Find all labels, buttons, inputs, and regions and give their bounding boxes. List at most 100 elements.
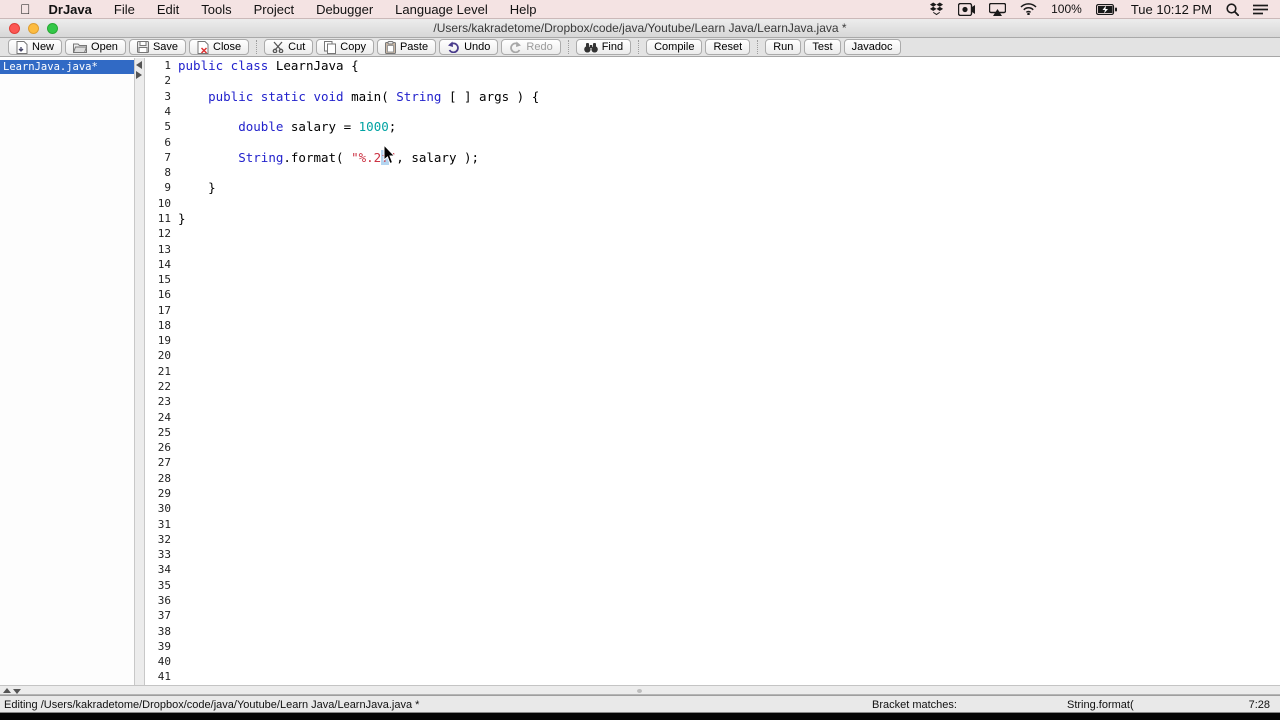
menu-language-level[interactable]: Language Level [395, 2, 488, 17]
code-line-36[interactable]: 36 [145, 593, 1280, 608]
code-line-33[interactable]: 33 [145, 547, 1280, 562]
menu-help[interactable]: Help [510, 2, 537, 17]
code-line-18[interactable]: 18 [145, 318, 1280, 333]
code-line-27[interactable]: 27 [145, 455, 1280, 470]
drjava-window: /Users/kakradetome/Dropbox/code/java/You… [0, 19, 1280, 713]
code-line-10[interactable]: 10 [145, 196, 1280, 211]
code-line-41[interactable]: 41 [145, 669, 1280, 684]
menu-edit[interactable]: Edit [157, 2, 179, 17]
code-line-11[interactable]: 11} [145, 211, 1280, 226]
menu-file[interactable]: File [114, 2, 135, 17]
code-line-28[interactable]: 28 [145, 471, 1280, 486]
code-line-24[interactable]: 24 [145, 409, 1280, 424]
code-line-7[interactable]: 7 String.format( "%.2f", salary ); [145, 149, 1280, 165]
code-line-38[interactable]: 38 [145, 623, 1280, 638]
code-line-31[interactable]: 31 [145, 516, 1280, 531]
wifi-icon[interactable] [1020, 3, 1037, 15]
paste-button[interactable]: Paste [376, 39, 437, 55]
code-line-8[interactable]: 8 [145, 165, 1280, 180]
line-number: 34 [157, 563, 171, 577]
redo-arrow-icon [509, 41, 522, 53]
battery-charging-icon[interactable] [1095, 3, 1117, 15]
code-line-40[interactable]: 40 [145, 654, 1280, 669]
code-line-4[interactable]: 4 [145, 104, 1280, 119]
code-line-30[interactable]: 30 [145, 501, 1280, 516]
toolbar-separator [567, 40, 569, 54]
close-button[interactable]: Close [189, 39, 250, 55]
menu-bar-clock[interactable]: Tue 10:12 PM [1131, 2, 1212, 17]
code-line-32[interactable]: 32 [145, 532, 1280, 547]
code-line-15[interactable]: 15 [145, 272, 1280, 287]
close-window-button[interactable] [9, 22, 20, 34]
bottom-pane-splitter[interactable] [0, 685, 1280, 695]
zoom-window-button[interactable] [47, 22, 58, 34]
code-line-34[interactable]: 34 [145, 562, 1280, 577]
menu-debugger[interactable]: Debugger [316, 2, 373, 17]
code-line-20[interactable]: 20 [145, 348, 1280, 363]
code-line-26[interactable]: 26 [145, 440, 1280, 455]
code-line-1[interactable]: 1 public class LearnJava { [145, 58, 1280, 73]
expand-up-icon[interactable] [3, 688, 11, 693]
code-line-2[interactable]: 2 [145, 73, 1280, 88]
copy-button[interactable]: Copy [316, 39, 374, 55]
code-line-17[interactable]: 17 [145, 303, 1280, 318]
toolbar-group: Run Test Javadoc [765, 39, 901, 55]
code-line-23[interactable]: 23 [145, 394, 1280, 409]
code-line-39[interactable]: 39 [145, 639, 1280, 654]
cut-button[interactable]: Cut [264, 39, 314, 55]
line-number: 38 [157, 624, 171, 638]
code-line-29[interactable]: 29 [145, 486, 1280, 501]
line-number: 36 [157, 593, 171, 607]
splitter-grip[interactable] [637, 689, 642, 693]
code-editor[interactable]: 1 public class LearnJava {2 3 public stati… [145, 58, 1280, 685]
compile-button[interactable]: Compile [646, 39, 703, 55]
collapse-left-icon[interactable] [136, 61, 142, 69]
window-title-bar[interactable]: /Users/kakradetome/Dropbox/code/java/You… [0, 19, 1280, 38]
dropbox-icon[interactable] [929, 2, 944, 16]
expand-right-icon[interactable] [136, 71, 142, 79]
menu-tools[interactable]: Tools [201, 2, 231, 17]
code-line-9[interactable]: 9 } [145, 180, 1280, 195]
code-line-25[interactable]: 25 [145, 425, 1280, 440]
line-number: 17 [157, 303, 171, 317]
undo-button[interactable]: Undo [439, 39, 499, 55]
menu-project[interactable]: Project [254, 2, 294, 17]
line-code: public class LearnJava { [178, 58, 359, 74]
run-button[interactable]: Run [765, 39, 802, 55]
javadoc-button[interactable]: Javadoc [843, 39, 901, 55]
code-line-14[interactable]: 14 [145, 257, 1280, 272]
collapse-down-icon[interactable] [13, 689, 21, 694]
save-button[interactable]: Save [128, 39, 187, 55]
code-line-3[interactable]: 3 public static void main( String [ ] ar… [145, 89, 1280, 104]
code-line-22[interactable]: 22 [145, 379, 1280, 394]
menu-drjava[interactable]: DrJava [49, 2, 92, 17]
code-line-37[interactable]: 37 [145, 608, 1280, 623]
line-number: 14 [157, 257, 171, 271]
code-line-35[interactable]: 35 [145, 578, 1280, 593]
screen-recording-icon[interactable] [958, 2, 976, 16]
toolbar-separator [256, 40, 258, 54]
code-line-16[interactable]: 16 [145, 287, 1280, 302]
spotlight-search-icon[interactable] [1226, 2, 1239, 16]
open-button[interactable]: Open [65, 39, 126, 55]
code-line-12[interactable]: 12 [145, 226, 1280, 241]
code-line-13[interactable]: 13 [145, 241, 1280, 256]
new-button[interactable]: New [8, 39, 63, 55]
code-line-6[interactable]: 6 [145, 134, 1280, 149]
sidebar-document-item[interactable]: LearnJava.java* [0, 60, 134, 74]
minimize-window-button[interactable] [28, 22, 39, 34]
find-button[interactable]: Find [575, 39, 632, 55]
reset-button[interactable]: Reset [705, 39, 751, 55]
code-line-19[interactable]: 19 [145, 333, 1280, 348]
airplay-display-icon[interactable] [989, 2, 1007, 16]
code-line-5[interactable]: 5 double salary = 1000; [145, 119, 1280, 134]
apple-menu-icon[interactable]:  [20, 1, 31, 17]
line-number: 26 [157, 441, 171, 455]
traffic-lights [9, 22, 58, 34]
sidebar-splitter[interactable] [135, 58, 145, 685]
test-button[interactable]: Test [804, 39, 841, 55]
line-number: 20 [157, 349, 171, 363]
code-line-21[interactable]: 21 [145, 364, 1280, 379]
notification-center-icon[interactable] [1253, 4, 1268, 15]
cut-scissors-icon [272, 41, 284, 53]
